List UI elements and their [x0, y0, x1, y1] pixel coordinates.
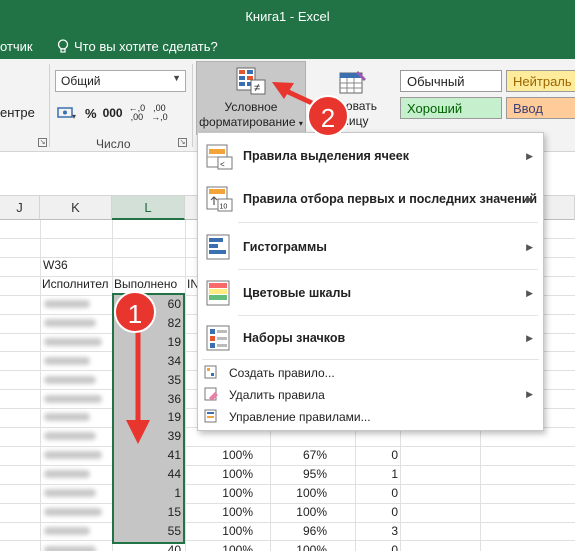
- annotation-arrows: [126, 82, 314, 444]
- annotation-badge-2: 2: [307, 95, 349, 137]
- annotation-badge-1: 1: [114, 291, 156, 333]
